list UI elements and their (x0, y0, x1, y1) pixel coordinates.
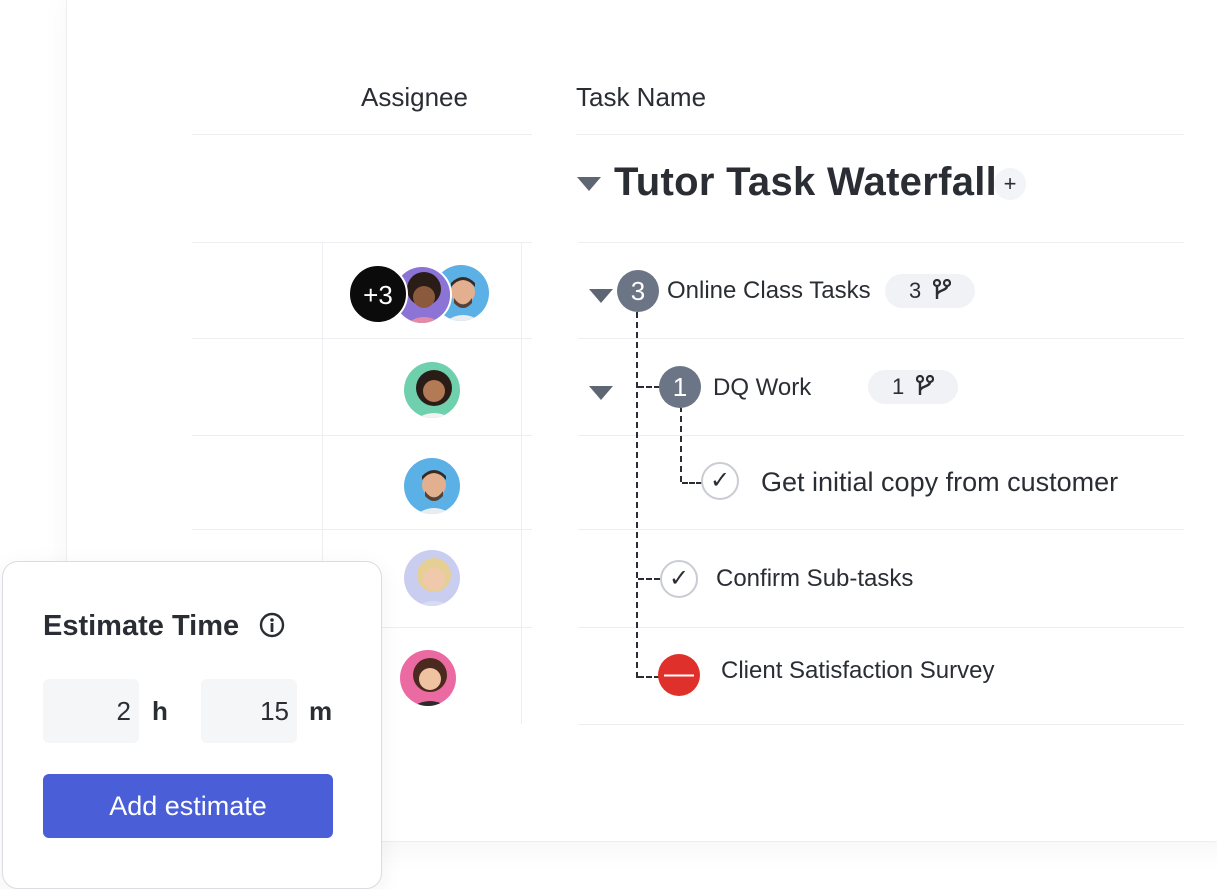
divider (192, 435, 532, 436)
group-title: Tutor Task Waterfall (614, 160, 998, 204)
caret-down-icon[interactable] (589, 289, 613, 303)
blocked-icon[interactable]: — (658, 654, 700, 696)
subtask-count-badge: 1 (659, 366, 701, 408)
subtask-branch-icon (916, 375, 935, 396)
add-task-button[interactable]: + (994, 168, 1026, 200)
divider (578, 627, 1184, 628)
task-name[interactable]: Client Satisfaction Survey (721, 657, 994, 685)
info-icon[interactable] (259, 612, 285, 638)
minutes-input[interactable]: 15 (201, 679, 297, 743)
task-name[interactable]: Online Class Tasks (667, 277, 871, 305)
column-header-assignee[interactable]: Assignee (361, 82, 468, 113)
hours-unit-label: h (152, 696, 168, 726)
divider (192, 529, 532, 530)
add-estimate-button[interactable]: Add estimate (43, 774, 333, 838)
estimate-time-popup: Estimate Time 2 h 15 m Add estimate (2, 561, 382, 889)
check-icon[interactable]: ✓ (660, 560, 698, 598)
divider (578, 724, 1184, 725)
divider (578, 529, 1184, 530)
tree-connector (638, 676, 660, 678)
avatar[interactable] (398, 648, 458, 708)
task-name[interactable]: Get initial copy from customer (761, 467, 1118, 498)
subtask-count: 3 (909, 278, 922, 303)
avatar[interactable] (402, 548, 462, 608)
tree-connector (682, 482, 702, 484)
divider (578, 242, 1184, 243)
divider (578, 435, 1184, 436)
popup-title: Estimate Time (43, 610, 240, 642)
hours-input[interactable]: 2 (43, 679, 139, 743)
caret-down-icon[interactable] (577, 177, 601, 191)
check-icon[interactable]: ✓ (701, 462, 739, 500)
avatar[interactable] (402, 456, 462, 516)
more-assignees-badge[interactable]: +3 (348, 264, 408, 324)
task-name[interactable]: DQ Work (713, 374, 811, 402)
tree-connector (680, 406, 682, 482)
subtask-count-badge: 3 (617, 270, 659, 312)
task-name[interactable]: Confirm Sub-tasks (716, 565, 913, 593)
tree-connector (638, 386, 660, 388)
caret-down-icon[interactable] (589, 386, 613, 400)
tree-connector (636, 312, 638, 678)
subtask-count: 1 (892, 374, 905, 399)
subtask-pill[interactable]: 3 (885, 274, 975, 308)
avatar[interactable] (402, 360, 462, 420)
subtask-pill[interactable]: 1 (868, 370, 958, 404)
column-header-task-name[interactable]: Task Name (576, 82, 706, 113)
divider (192, 338, 532, 339)
divider (576, 134, 1184, 135)
minutes-unit-label: m (309, 696, 333, 726)
tree-connector (638, 578, 660, 580)
divider (578, 338, 1184, 339)
divider (192, 134, 532, 135)
subtask-branch-icon (933, 279, 952, 300)
divider (192, 242, 532, 243)
column-divider (521, 242, 522, 724)
